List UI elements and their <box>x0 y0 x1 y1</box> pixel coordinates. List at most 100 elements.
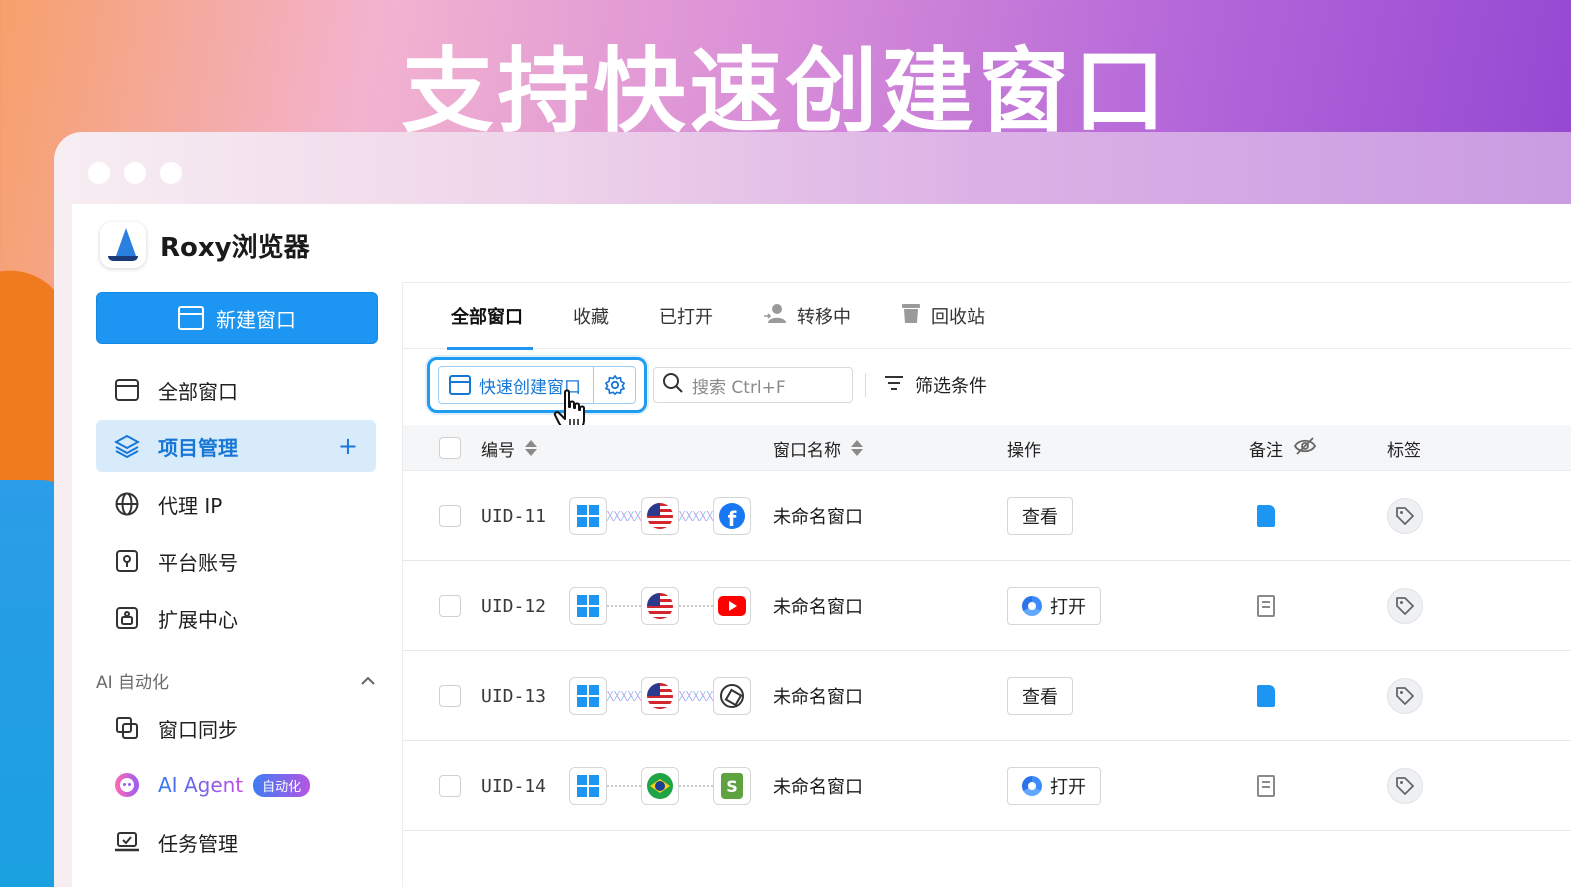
us-flag-icon <box>641 497 679 535</box>
tab-favorites[interactable]: 收藏 <box>573 283 609 349</box>
sidebar-item-platform-accounts[interactable]: 平台账号 <box>96 535 376 587</box>
sort-icon[interactable] <box>851 440 863 456</box>
new-window-icon <box>178 306 204 330</box>
note-filled-icon[interactable] <box>1257 651 1275 741</box>
row-action: 查看 <box>1007 651 1073 741</box>
tab-opened[interactable]: 已打开 <box>659 283 713 349</box>
connection-line-active <box>679 691 713 701</box>
fingerprint-chain <box>569 651 751 741</box>
search-input[interactable]: 搜索 Ctrl+F <box>653 367 853 403</box>
row-checkbox[interactable] <box>439 651 461 741</box>
sidebar-item-label: 项目管理 <box>158 435 238 460</box>
filter-button[interactable]: 筛选条件 <box>883 367 987 403</box>
table-row[interactable]: UID-11 f 未命名窗口 查看 <box>403 471 1571 561</box>
sidebar-item-projects[interactable]: 项目管理 + <box>96 420 376 472</box>
add-project-button[interactable]: + <box>338 432 358 460</box>
hero-title: 支持快速创建窗口 <box>401 40 1170 132</box>
chevron-up-icon[interactable] <box>360 671 376 691</box>
sidebar-item-task-management[interactable]: 任务管理 <box>96 816 376 868</box>
row-action: 打开 <box>1007 741 1101 831</box>
tag-icon[interactable] <box>1387 588 1423 624</box>
row-tags <box>1387 651 1423 741</box>
search-icon <box>662 372 684 399</box>
column-label: 操作 <box>1007 440 1041 461</box>
facebook-icon: f <box>713 497 751 535</box>
column-window-name[interactable]: 窗口名称 <box>773 425 863 471</box>
ai-section-header[interactable]: AI 自动化 <box>96 668 376 693</box>
window-dot-maximize[interactable] <box>160 162 182 184</box>
table-row[interactable]: UID-12 未命名窗口 打开 <box>403 561 1571 651</box>
new-window-button[interactable]: 新建窗口 <box>96 292 378 344</box>
tag-icon[interactable] <box>1387 768 1423 804</box>
note-empty-icon[interactable] <box>1257 741 1275 831</box>
tab-label: 收藏 <box>573 306 609 328</box>
sidebar-item-proxy-ip[interactable]: 代理 IP <box>96 478 376 530</box>
sidebar-item-extensions[interactable]: 扩展中心 <box>96 592 376 644</box>
window-icon <box>114 377 140 403</box>
main-panel: 全部窗口 收藏 已打开 转移中 回收站 快速创建窗口 搜索 Ctrl+F 筛选条… <box>402 282 1571 887</box>
trash-icon <box>901 302 921 329</box>
column-action: 操作 <box>1007 425 1041 471</box>
filter-label: 筛选条件 <box>915 376 987 397</box>
open-button[interactable]: 打开 <box>1007 767 1101 805</box>
connection-line-active <box>607 511 641 521</box>
column-label: 窗口名称 <box>773 440 841 461</box>
row-tags <box>1387 561 1423 651</box>
brand-name: Roxy浏览器 <box>160 232 310 263</box>
view-button[interactable]: 查看 <box>1007 677 1073 715</box>
sidebar-item-label: AI Agent <box>158 773 244 797</box>
quick-create-highlight: 快速创建窗口 <box>427 357 647 413</box>
row-checkbox[interactable] <box>439 741 461 831</box>
row-checkbox[interactable] <box>439 471 461 561</box>
note-empty-icon[interactable] <box>1257 561 1275 651</box>
sailboat-logo-icon <box>100 222 146 268</box>
row-checkbox[interactable] <box>439 561 461 651</box>
fingerprint-chain <box>569 561 751 651</box>
tab-label: 回收站 <box>931 306 985 328</box>
quick-create-window-button[interactable]: 快速创建窗口 <box>438 366 636 404</box>
sidebar-item-all-windows[interactable]: 全部窗口 <box>96 364 376 416</box>
shopify-icon: S <box>713 767 751 805</box>
us-flag-icon <box>641 587 679 625</box>
tag-icon[interactable] <box>1387 498 1423 534</box>
toolbar-divider <box>865 373 866 397</box>
eye-off-icon[interactable] <box>1293 436 1317 461</box>
windows-icon <box>569 677 607 715</box>
open-button[interactable]: 打开 <box>1007 587 1101 625</box>
tab-label: 转移中 <box>797 306 851 328</box>
tag-icon[interactable] <box>1387 678 1423 714</box>
column-tags: 标签 <box>1387 425 1421 471</box>
connection-line-active <box>679 511 713 521</box>
table-row[interactable]: UID-14 S 未命名窗口 打开 <box>403 741 1571 831</box>
key-icon <box>114 548 140 574</box>
chatgpt-icon <box>713 677 751 715</box>
select-all-checkbox[interactable] <box>439 425 461 471</box>
tab-transferring[interactable]: 转移中 <box>763 283 851 349</box>
sidebar-item-ai-agent[interactable]: AI Agent 自动化 <box>96 759 376 811</box>
row-uid: UID-12 <box>481 595 547 617</box>
gear-icon[interactable] <box>593 367 635 403</box>
sidebar-item-window-sync[interactable]: 窗口同步 <box>96 702 376 754</box>
note-filled-icon[interactable] <box>1257 471 1275 561</box>
column-id[interactable]: 编号 <box>481 425 537 471</box>
row-window-name: 未命名窗口 <box>773 777 863 798</box>
fingerprint-chain: S <box>569 741 751 831</box>
window-dot-close[interactable] <box>88 162 110 184</box>
sort-icon[interactable] <box>525 440 537 456</box>
connection-line-idle <box>607 605 641 607</box>
sidebar-item-label: 扩展中心 <box>158 607 238 632</box>
connection-line-active <box>607 691 641 701</box>
ai-section-title: AI 自动化 <box>96 673 170 693</box>
row-tags <box>1387 741 1423 831</box>
app-content: Roxy浏览器 新建窗口 全部窗口 项目管理 + 代理 IP 平台账号 扩展中心… <box>72 204 1571 887</box>
table-row[interactable]: UID-13 未命名窗口 查看 <box>403 651 1571 741</box>
view-button[interactable]: 查看 <box>1007 497 1073 535</box>
tab-recycle-bin[interactable]: 回收站 <box>901 283 985 349</box>
column-label: 编号 <box>481 440 515 461</box>
window-dot-minimize[interactable] <box>124 162 146 184</box>
column-label: 备注 <box>1249 440 1283 461</box>
row-tags <box>1387 471 1423 561</box>
windows-icon <box>569 767 607 805</box>
laptop-icon <box>114 829 140 855</box>
tab-all-windows[interactable]: 全部窗口 <box>447 283 533 350</box>
